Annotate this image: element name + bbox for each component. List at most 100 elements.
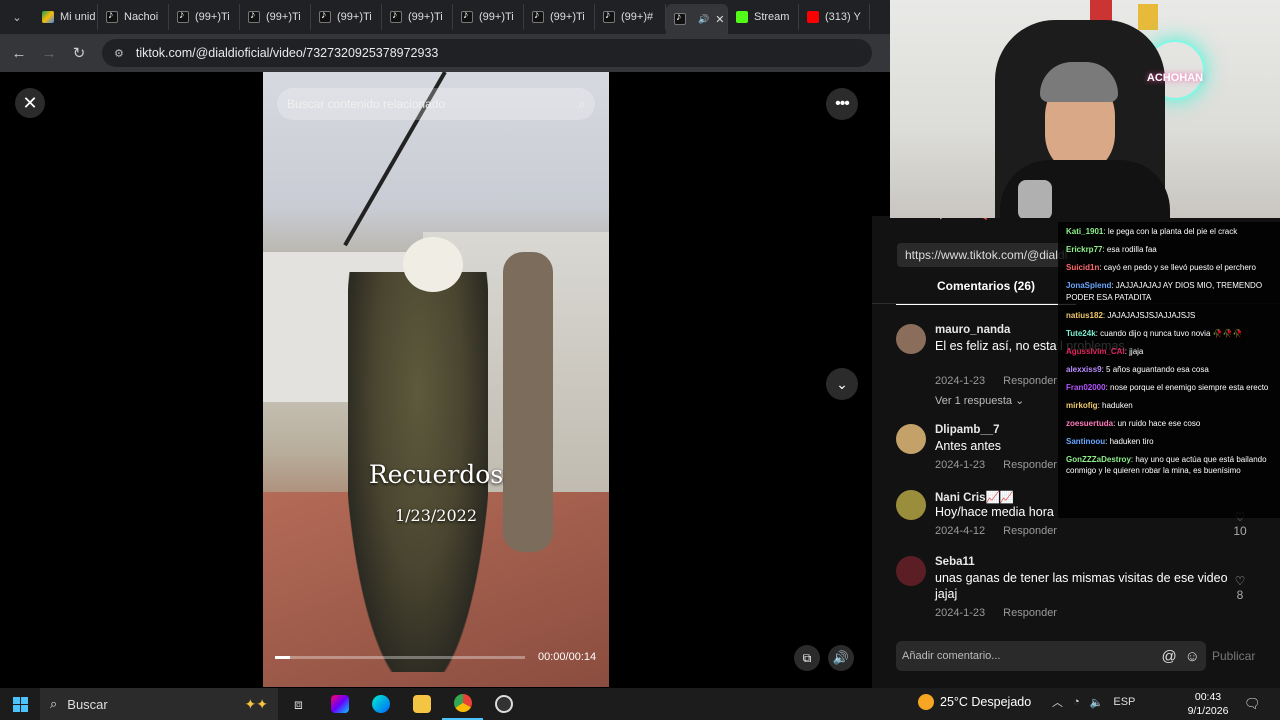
clock-time: 00:43 <box>1194 691 1222 703</box>
close-tab-icon[interactable]: ✕ <box>715 13 724 26</box>
chat-text: 5 años aguantando esa cosa <box>1106 364 1209 374</box>
browser-tab[interactable]: (99+)Ti <box>382 4 453 30</box>
url-field[interactable]: ⚙ tiktok.com/@dialdioficial/video/732732… <box>102 39 872 67</box>
url-text: tiktok.com/@dialdioficial/video/73273209… <box>135 46 439 60</box>
emoji-icon[interactable]: ☺ <box>1185 648 1200 665</box>
clock[interactable]: 00:43 9/1/2026 <box>1182 690 1234 718</box>
back-button[interactable]: ← <box>4 45 34 62</box>
site-info-icon[interactable]: ⚙ <box>114 47 124 60</box>
comment-date: 2024-1-23 <box>935 375 986 387</box>
comment-placeholder: Añadir comentario... <box>902 650 1001 662</box>
wifi-icon[interactable]: ◔ <box>1073 696 1080 708</box>
reply-button[interactable]: Responder <box>1003 459 1057 471</box>
browser-tab[interactable]: (99+)Ti <box>524 4 595 30</box>
chat-text: JAJAJAJSJSJAJJAJSJS <box>1107 310 1196 320</box>
volume-icon[interactable]: 🔈 <box>1090 696 1104 709</box>
reply-button[interactable]: Responder <box>1003 525 1057 537</box>
browser-tab[interactable]: Nachoi <box>98 4 169 30</box>
tiktok-icon <box>177 9 189 23</box>
tab-comments[interactable]: Comentarios (26) <box>896 279 1076 305</box>
comment-input[interactable]: Añadir comentario... @ ☺ <box>896 641 1206 671</box>
tabs: Mi unid Nachoi (99+)Ti (99+)Ti (99+)Ti (99+)T… <box>34 0 870 34</box>
search-icon[interactable]: ⌕ <box>578 97 585 112</box>
reply-button[interactable]: Responder <box>1003 375 1057 387</box>
share-link-field[interactable]: https://www.tiktok.com/@dialdi <box>897 243 1077 267</box>
language-indicator[interactable]: ESP <box>1113 696 1135 708</box>
close-video-button[interactable]: ✕ <box>15 88 45 118</box>
chevron-up-icon[interactable]: ︿ <box>1052 694 1063 710</box>
task-view-button[interactable]: ⧈ <box>278 688 319 720</box>
more-options-button[interactable]: ••• <box>826 88 858 120</box>
browser-tab[interactable]: (99+)Ti <box>169 4 240 30</box>
browser-tab[interactable]: Stream <box>728 4 799 30</box>
comment-user[interactable]: Dlipamb__7 <box>935 424 1000 436</box>
mention-icon[interactable]: @ <box>1161 648 1176 665</box>
comment-meta: 2024-1-23 Responder <box>935 459 1057 471</box>
view-replies-button[interactable]: Ver 1 respuesta ⌄ <box>935 394 1024 407</box>
chat-message: GonZZZaDestroy: hay uno que actúa que es… <box>1066 454 1272 477</box>
comment-user[interactable]: Seba11 <box>935 556 975 568</box>
start-button[interactable] <box>0 688 40 720</box>
folder-icon <box>412 695 431 713</box>
view-replies-label: Ver 1 respuesta <box>935 395 1013 407</box>
comment-date: 2024-4-12 <box>935 525 986 537</box>
browser-tab[interactable]: (99+)Ti <box>311 4 382 30</box>
chat-username: Santinoou <box>1066 436 1106 446</box>
weather-text: 25°C Despejado <box>940 695 1032 709</box>
tiktok-icon <box>106 9 118 23</box>
avatar[interactable] <box>896 490 926 520</box>
video-progress-bar[interactable] <box>275 656 525 659</box>
chat-text: haduken <box>1102 400 1133 410</box>
copilot-app[interactable] <box>319 688 360 720</box>
obs-app[interactable] <box>483 688 524 720</box>
neon-sign-text: ACHOHAN <box>1146 72 1204 84</box>
comment-user[interactable]: Nani Cris📈📈 <box>935 490 1014 504</box>
browser-tab[interactable]: (99+)Ti <box>240 4 311 30</box>
browser-tab[interactable]: 🔊✕ <box>666 4 728 34</box>
publish-button[interactable]: Publicar <box>1212 649 1255 663</box>
edge-app[interactable] <box>360 688 401 720</box>
chat-message: Santinoou: haduken tiro <box>1066 436 1272 448</box>
avatar[interactable] <box>896 324 926 354</box>
like-button[interactable]: ♡ 8 <box>1228 574 1252 602</box>
avatar[interactable] <box>896 556 926 586</box>
tab-label: (99+)Ti <box>550 11 585 23</box>
chat-text: un ruido hace ese coso <box>1117 418 1201 428</box>
tab-strip: ⌄ Mi unid Nachoi (99+)Ti (99+)Ti (99+)Ti (99+… <box>0 0 890 34</box>
tiktok-icon <box>390 9 402 23</box>
audio-playing-icon[interactable]: 🔊 <box>698 14 709 25</box>
chat-username: GonZZZaDestroy <box>1066 454 1131 464</box>
chrome-app[interactable] <box>442 688 483 720</box>
taskbar-search[interactable]: ⌕ Buscar ✦✦ <box>40 688 278 720</box>
tab-search-dropdown[interactable]: ⌄ <box>0 0 34 34</box>
chat-message: Kati_1901: le pega con la planta del pie… <box>1066 226 1272 238</box>
related-search-input[interactable]: Buscar contenido relacionado ⌕ <box>277 88 595 120</box>
reply-button[interactable]: Responder <box>1003 607 1057 619</box>
reload-button[interactable]: ↻ <box>64 44 94 62</box>
browser-tab[interactable]: (99+)Ti <box>453 4 524 30</box>
pip-button[interactable]: ⧉ <box>794 645 820 671</box>
comment-user[interactable]: mauro_nanda <box>935 324 1010 336</box>
browser-tab[interactable]: (313) Y <box>799 4 870 30</box>
chat-text: jjaja <box>1129 346 1144 356</box>
webcam-scene <box>1090 0 1112 22</box>
avatar[interactable] <box>896 424 926 454</box>
obs-icon <box>494 695 513 713</box>
tiktok-icon <box>248 9 260 23</box>
next-video-button[interactable]: ⌄ <box>826 368 858 400</box>
browser-tab[interactable]: Mi unid <box>34 4 98 30</box>
chat-username: alexxiss9 <box>1066 364 1102 374</box>
video-overlay-title: Recuerdos <box>368 460 504 489</box>
tab-label: (99+)Ti <box>479 11 514 23</box>
weather-widget[interactable]: 25°C Despejado <box>918 694 1031 710</box>
video-player[interactable]: Buscar contenido relacionado ⌕ Recuerdos… <box>263 72 609 687</box>
chat-message: Erickrp77: esa rodilla faa <box>1066 244 1272 256</box>
forward-button[interactable]: → <box>34 45 64 62</box>
chat-text: cayó en pedo y se llevó puesto el perche… <box>1103 263 1256 272</box>
tab-label: (313) Y <box>825 11 861 23</box>
file-explorer-app[interactable] <box>401 688 442 720</box>
volume-button[interactable]: 🔊 <box>828 645 854 671</box>
notification-icon[interactable]: 🗨 <box>1244 696 1261 712</box>
browser-tab[interactable]: (99+)# <box>595 4 666 30</box>
related-search-placeholder: Buscar contenido relacionado <box>287 97 446 111</box>
